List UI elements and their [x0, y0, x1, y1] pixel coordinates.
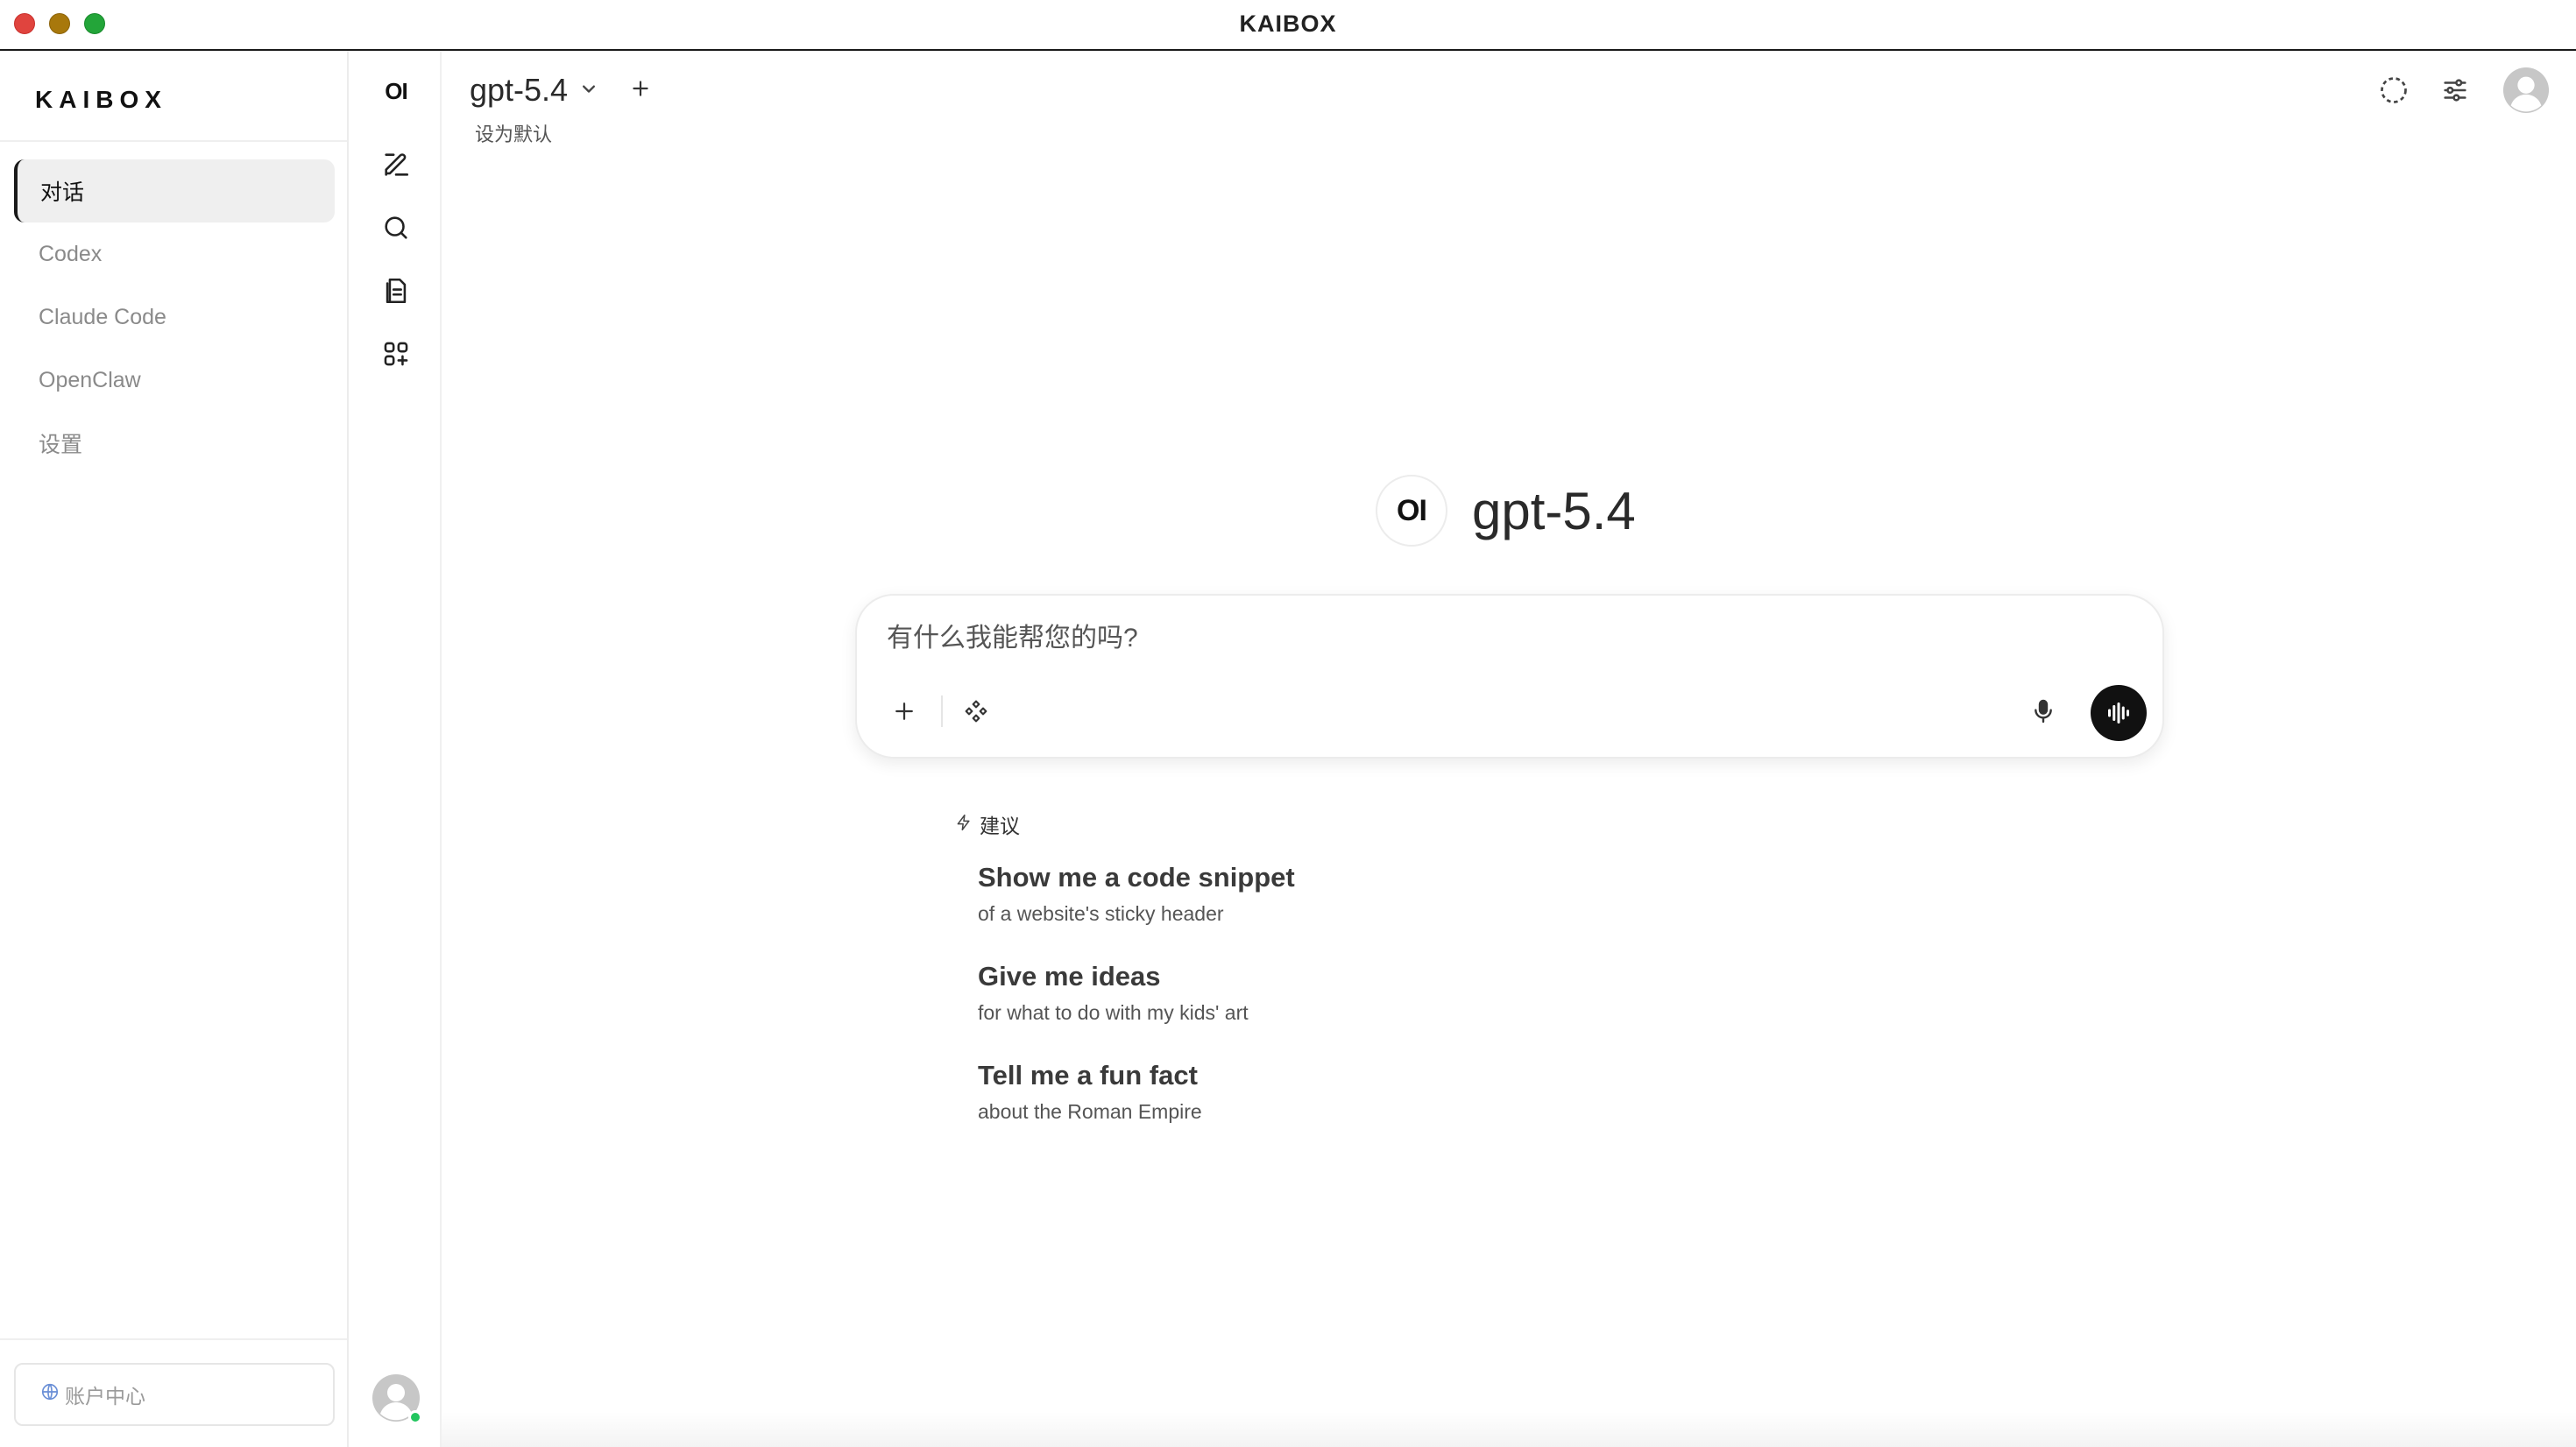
window-title: KAIBOX: [1239, 11, 1337, 37]
sidebar-item-label: Claude Code: [39, 304, 166, 329]
sliders-icon[interactable]: [2434, 69, 2476, 111]
new-chat-icon[interactable]: [370, 138, 422, 191]
suggestion-subtitle: about the Roman Empire: [978, 1100, 1202, 1123]
suggestion-item[interactable]: Show me a code snippet of a website's st…: [978, 862, 1656, 926]
brand-logo: KAIBOX: [35, 86, 167, 113]
add-model-button[interactable]: [629, 75, 652, 105]
account-center-label: 账户中心: [65, 1385, 145, 1408]
sidebar-item-label: 设置: [39, 433, 83, 457]
sidebar-item-label: Codex: [39, 241, 103, 266]
sidebar-item-claude-code[interactable]: Claude Code: [14, 286, 335, 349]
suggestions-title: 建议: [980, 815, 1020, 837]
hero-model-title: gpt-5.4: [1472, 481, 1636, 540]
sidebar-item-chat[interactable]: 对话: [14, 159, 335, 222]
chevron-down-icon[interactable]: [577, 76, 601, 105]
attach-plus-button[interactable]: [881, 688, 927, 734]
model-selector[interactable]: gpt-5.4: [470, 72, 652, 109]
voice-mode-button[interactable]: [2091, 685, 2147, 741]
sidebar-nav: 对话 Codex Claude Code OpenClaw 设置: [14, 159, 335, 475]
model-name: gpt-5.4: [470, 72, 569, 108]
search-icon[interactable]: [370, 201, 422, 254]
online-status-dot: [408, 1410, 422, 1424]
suggestions: 建议 Show me a code snippet of a website's…: [955, 809, 1656, 1159]
sidebar-item-openclaw[interactable]: OpenClaw: [14, 349, 335, 412]
microphone-icon[interactable]: [2020, 688, 2066, 734]
sidebar: KAIBOX 对话 Codex Claude Code OpenClaw 设置 …: [0, 51, 349, 1447]
set-default-link[interactable]: 设为默认: [475, 119, 552, 147]
sidebar-divider: [0, 140, 347, 142]
avatar-icon[interactable]: [2502, 67, 2550, 114]
sidebar-item-label: 对话: [40, 180, 85, 205]
suggestion-title: Tell me a fun fact: [978, 1060, 1198, 1091]
suggestion-item[interactable]: Tell me a fun fact about the Roman Empir…: [978, 1060, 1656, 1124]
bottom-fade: [442, 1412, 2576, 1447]
tools-icon[interactable]: [953, 688, 999, 734]
icon-rail: OI: [350, 51, 442, 1447]
suggestion-subtitle: for what to do with my kids' art: [978, 1001, 1249, 1024]
lightning-icon: [955, 813, 973, 836]
account-center-button[interactable]: 账户中心: [14, 1363, 335, 1426]
message-composer: [855, 594, 2164, 759]
suggestions-header: 建议: [955, 809, 1656, 839]
message-input[interactable]: [887, 624, 2026, 653]
globe-icon: [40, 1382, 60, 1407]
composer-divider: [941, 695, 943, 727]
suggestion-title: Give me ideas: [978, 961, 1161, 992]
title-bar: KAIBOX: [0, 0, 2576, 51]
suggestion-subtitle: of a website's sticky header: [978, 902, 1224, 925]
suggestion-title: Show me a code snippet: [978, 862, 1295, 893]
sidebar-item-codex[interactable]: Codex: [14, 222, 335, 286]
apps-icon[interactable]: [370, 328, 422, 380]
app-logo[interactable]: OI: [370, 65, 422, 117]
sidebar-item-label: OpenClaw: [39, 367, 141, 392]
model-hero: OI gpt-5.4: [1376, 475, 1636, 547]
main-content: gpt-5.4 设为默认 OI gpt-5.4 有什么我能帮您的吗? 建议 Sh…: [442, 51, 2576, 1447]
suggestion-item[interactable]: Give me ideas for what to do with my kid…: [978, 961, 1656, 1025]
user-avatar[interactable]: [372, 1373, 422, 1424]
notes-icon[interactable]: [370, 265, 422, 317]
suggestion-list: Show me a code snippet of a website's st…: [978, 862, 1656, 1124]
header-actions: [2373, 67, 2550, 114]
sidebar-bottom-divider: [0, 1338, 347, 1340]
model-logo: OI: [1376, 475, 1447, 547]
sidebar-item-settings[interactable]: 设置: [14, 412, 335, 475]
dashed-circle-icon[interactable]: [2373, 69, 2415, 111]
